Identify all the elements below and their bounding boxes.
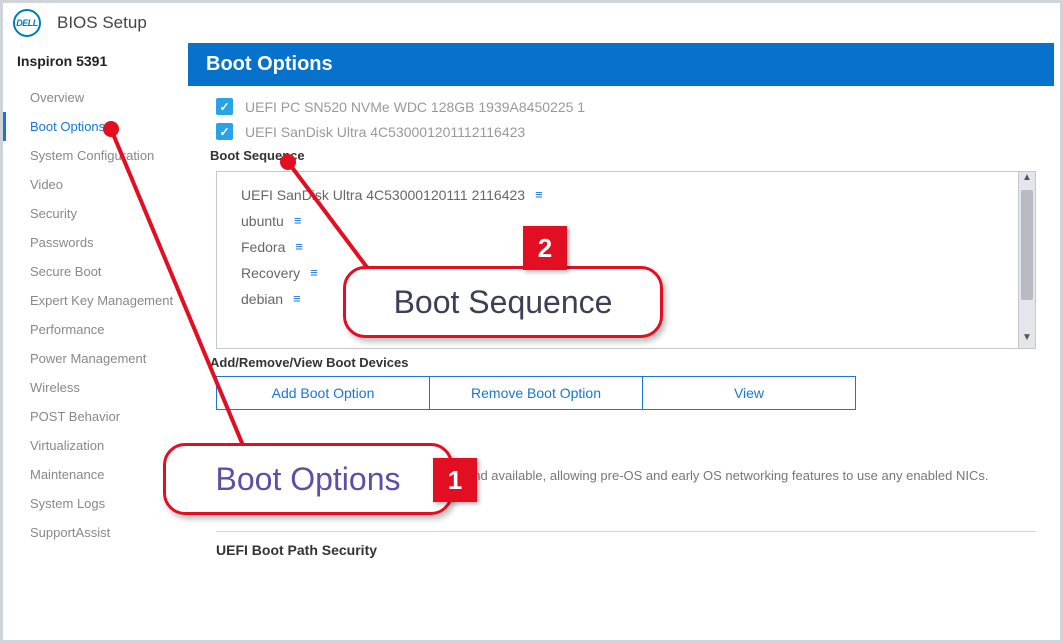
sidebar-item-passwords[interactable]: Passwords: [3, 228, 188, 257]
sidebar-item-post-behavior[interactable]: POST Behavior: [3, 402, 188, 431]
boot-device-label: UEFI SanDisk Ultra 4C530001201112116423: [245, 124, 525, 140]
sidebar-item-system-configuration[interactable]: System Configuration: [3, 141, 188, 170]
scroll-up-icon[interactable]: ▲: [1019, 172, 1035, 188]
callout-boot-options-text: Boot Options: [216, 461, 401, 498]
drag-handle-icon[interactable]: ≡: [293, 296, 300, 302]
boot-sequence-item-label: debian: [241, 291, 283, 307]
sidebar-item-performance[interactable]: Performance: [3, 315, 188, 344]
scroll-thumb[interactable]: [1021, 190, 1033, 300]
drag-handle-icon[interactable]: ≡: [294, 218, 301, 224]
sidebar-item-secure-boot[interactable]: Secure Boot: [3, 257, 188, 286]
boot-sequence-item-label: ubuntu: [241, 213, 284, 229]
sidebar-item-security[interactable]: Security: [3, 199, 188, 228]
sidebar-item-supportassist[interactable]: SupportAssist: [3, 518, 188, 547]
window-header: DELL BIOS Setup: [3, 3, 1060, 43]
view-button[interactable]: View: [643, 377, 855, 409]
boot-sequence-item[interactable]: UEFI SanDisk Ultra 4C53000120111 2116423…: [241, 182, 997, 208]
callout-badge-1: 1: [433, 458, 477, 502]
sidebar-item-video[interactable]: Video: [3, 170, 188, 199]
boot-device-label: UEFI PC SN520 NVMe WDC 128GB 1939A845022…: [245, 99, 585, 115]
boot-device-buttons: Add Boot Option Remove Boot Option View: [216, 376, 856, 410]
callout-anchor-dot-2: [280, 154, 296, 170]
sidebar-item-system-logs[interactable]: System Logs: [3, 489, 188, 518]
boot-sequence-item-label: UEFI SanDisk Ultra 4C53000120111 2116423: [241, 187, 525, 203]
drag-handle-icon[interactable]: ≡: [295, 244, 302, 250]
boot-device-checkbox[interactable]: [216, 123, 233, 140]
app-title: BIOS Setup: [57, 13, 147, 33]
boot-device-row: UEFI PC SN520 NVMe WDC 128GB 1939A845022…: [216, 98, 1036, 115]
remove-boot-option-button[interactable]: Remove Boot Option: [430, 377, 643, 409]
boot-sequence-label: Boot Sequence: [210, 148, 1036, 163]
nic-description: and available, allowing pre-OS and early…: [466, 468, 1036, 483]
bios-window: DELL BIOS Setup Inspiron 5391 OverviewBo…: [0, 0, 1063, 643]
uefi-boot-path-security-label: UEFI Boot Path Security: [216, 542, 1036, 558]
boot-sequence-item[interactable]: ubuntu ≡: [241, 208, 997, 234]
sidebar-item-boot-options[interactable]: Boot Options: [3, 112, 188, 141]
model-name: Inspiron 5391: [3, 47, 188, 83]
sidebar-item-maintenance[interactable]: Maintenance: [3, 460, 188, 489]
boot-sequence-scrollbar[interactable]: ▲ ▼: [1018, 172, 1035, 348]
sidebar-item-virtualization[interactable]: Virtualization: [3, 431, 188, 460]
divider: [216, 531, 1036, 532]
add-remove-label: Add/Remove/View Boot Devices: [210, 355, 1036, 370]
sidebar-item-power-management[interactable]: Power Management: [3, 344, 188, 373]
sidebar: Inspiron 5391 OverviewBoot OptionsSystem…: [3, 43, 188, 640]
add-boot-option-button[interactable]: Add Boot Option: [217, 377, 430, 409]
boot-device-row: UEFI SanDisk Ultra 4C530001201112116423: [216, 123, 1036, 140]
boot-device-checkbox[interactable]: [216, 98, 233, 115]
callout-boot-sequence: Boot Sequence: [343, 266, 663, 338]
scroll-down-icon[interactable]: ▼: [1019, 332, 1035, 348]
drag-handle-icon[interactable]: ≡: [535, 192, 542, 198]
boot-sequence-item[interactable]: Fedora ≡: [241, 234, 997, 260]
dell-logo-icon: DELL: [13, 9, 41, 37]
callout-boot-sequence-text: Boot Sequence: [394, 284, 613, 321]
drag-handle-icon[interactable]: ≡: [310, 270, 317, 276]
boot-sequence-item-label: Recovery: [241, 265, 300, 281]
main-panel: Boot Options UEFI PC SN520 NVMe WDC 128G…: [188, 43, 1054, 640]
callout-anchor-dot-1: [103, 121, 119, 137]
sidebar-item-expert-key-management[interactable]: Expert Key Management: [3, 286, 188, 315]
sidebar-item-wireless[interactable]: Wireless: [3, 373, 188, 402]
sidebar-item-overview[interactable]: Overview: [3, 83, 188, 112]
boot-sequence-item-label: Fedora: [241, 239, 285, 255]
callout-boot-options: Boot Options: [163, 443, 453, 515]
page-title: Boot Options: [188, 43, 1054, 86]
callout-badge-2: 2: [523, 226, 567, 270]
